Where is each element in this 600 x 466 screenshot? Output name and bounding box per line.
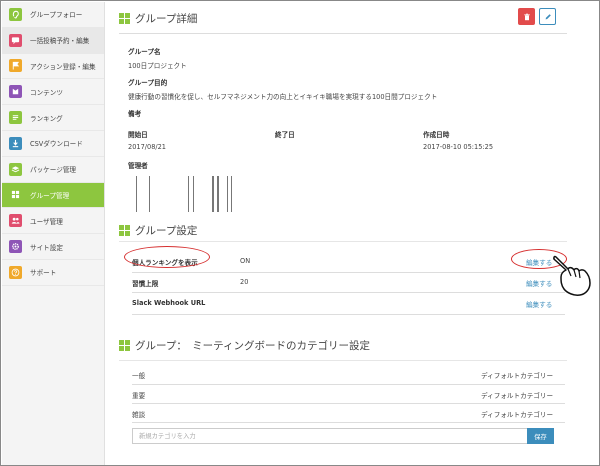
avatar-stripe [231,176,232,212]
sidebar-item-content[interactable]: コンテンツ [2,79,104,106]
download-icon [9,136,22,150]
divider [119,241,567,242]
avatar-stripe [188,176,189,212]
edit-link[interactable]: 編集する [526,299,552,309]
created-at-value: 2017-08-10 05:15:25 [423,143,494,151]
flag-icon [9,59,22,73]
sidebar-item-label: ランキング [30,114,63,123]
new-category-input[interactable] [132,428,527,444]
section-title: グループ設定 [135,225,198,237]
divider [119,360,567,361]
sidebar-item-group-follow[interactable]: グループフォロー [2,2,104,28]
divider [132,403,565,404]
avatar-stripe [136,176,137,212]
sidebar-item-support[interactable]: サポート [2,260,104,286]
avatar-stripe [212,176,214,212]
sidebar-item-action-register[interactable]: アクション登録・編集 [2,54,104,80]
edit-link[interactable]: 編集する [526,278,552,288]
section-title: グループ： ミーティングボードのカテゴリー設定 [135,340,370,352]
group-purpose-value: 健康行動の習慣化を促し、セルフマネジメント力の向上とイキイキ職場を実現する100… [128,93,438,101]
divider [132,384,565,385]
ranking-icon [9,111,22,125]
sidebar-item-group-management[interactable]: グループ管理 [2,182,104,209]
save-button[interactable]: 保存 [527,428,554,444]
sidebar-item-label: グループフォロー [30,11,83,20]
trash-icon [523,13,530,20]
divider [132,272,565,273]
sidebar-item-ranking[interactable]: ランキング [2,105,104,131]
sidebar-item-site-settings[interactable]: サイト設定 [2,234,104,260]
users-icon [9,214,22,228]
group-name-value: 100日プロジェクト [128,62,187,70]
setting-value: ON [240,257,251,265]
pencil-icon [545,13,551,19]
screenshot-frame: グループフォロー 一括投稿予約・編集 アクション登録・編集 コンテンツ ランキン… [0,0,600,466]
avatar-stripe [193,176,194,212]
end-date-label: 終了日 [275,131,295,139]
start-date-value: 2017/08/21 [128,143,167,151]
sidebar-item-csv-download[interactable]: CSVダウンロード [2,131,104,157]
sidebar-item-label: サポート [30,269,57,278]
grid-icon [9,188,22,201]
start-date-label: 開始日 [128,131,148,139]
sidebar-item-package[interactable]: パッケージ管理 [2,157,104,183]
divider [119,33,567,34]
setting-label: Slack Webhook URL [132,299,206,307]
divider [132,422,565,423]
page-title: グループ詳細 [135,13,198,25]
gear-icon [9,240,22,254]
question-icon [9,265,22,279]
delete-button[interactable] [518,8,535,25]
avatar-stripe [217,176,219,212]
created-at-label: 作成日時 [423,131,450,139]
detail-header: グループ詳細 [119,11,567,26]
ear-icon [9,7,22,21]
setting-value: 20 [240,278,249,286]
divider [132,292,565,293]
grid-icon [119,225,130,236]
grid-icon [119,340,130,351]
category-name: 一般 [132,372,146,380]
sidebar-item-label: サイト設定 [30,243,63,252]
sidebar-item-label: コンテンツ [30,88,63,97]
sidebar: グループフォロー 一括投稿予約・編集 アクション登録・編集 コンテンツ ランキン… [2,2,105,465]
pointing-hand-icon [553,255,591,296]
edit-button[interactable] [539,8,556,25]
divider [132,314,565,315]
setting-label: 習慣上限 [132,280,159,288]
annotation-ellipse [124,246,210,268]
notes-label: 備考 [128,110,142,118]
sidebar-item-label: アクション登録・編集 [30,62,96,71]
sidebar-item-label: 一括投稿予約・編集 [30,37,90,46]
admin-label: 管理者 [128,162,148,170]
category-type: ディフォルトカテゴリー [481,392,554,400]
avatar-stripe [149,176,150,212]
group-name-label: グループ名 [128,48,161,56]
chat-icon [9,33,22,47]
categories-header: グループ： ミーティングボードのカテゴリー設定 [119,338,567,353]
grid-icon [119,13,130,24]
sidebar-item-user-management[interactable]: ユーザ管理 [2,208,104,235]
sidebar-item-label: グループ管理 [30,191,70,200]
category-name: 重要 [132,392,146,400]
content-icon [9,85,22,99]
sidebar-item-bulk-post[interactable]: 一括投稿予約・編集 [2,27,104,54]
category-type: ディフォルトカテゴリー [481,411,554,419]
sidebar-item-label: パッケージ管理 [30,166,77,175]
layers-icon [9,162,22,176]
sidebar-item-label: ユーザ管理 [30,217,63,226]
category-type: ディフォルトカテゴリー [481,372,554,380]
group-purpose-label: グループ目的 [128,79,168,87]
avatar-stripe [227,176,228,212]
category-name: 雑談 [132,411,146,419]
main-content: グループ詳細 グループ名 100日プロジェクト グループ目的 健康行動の習慣化を… [119,2,579,465]
sidebar-item-label: CSVダウンロード [30,140,83,149]
settings-header: グループ設定 [119,223,567,238]
